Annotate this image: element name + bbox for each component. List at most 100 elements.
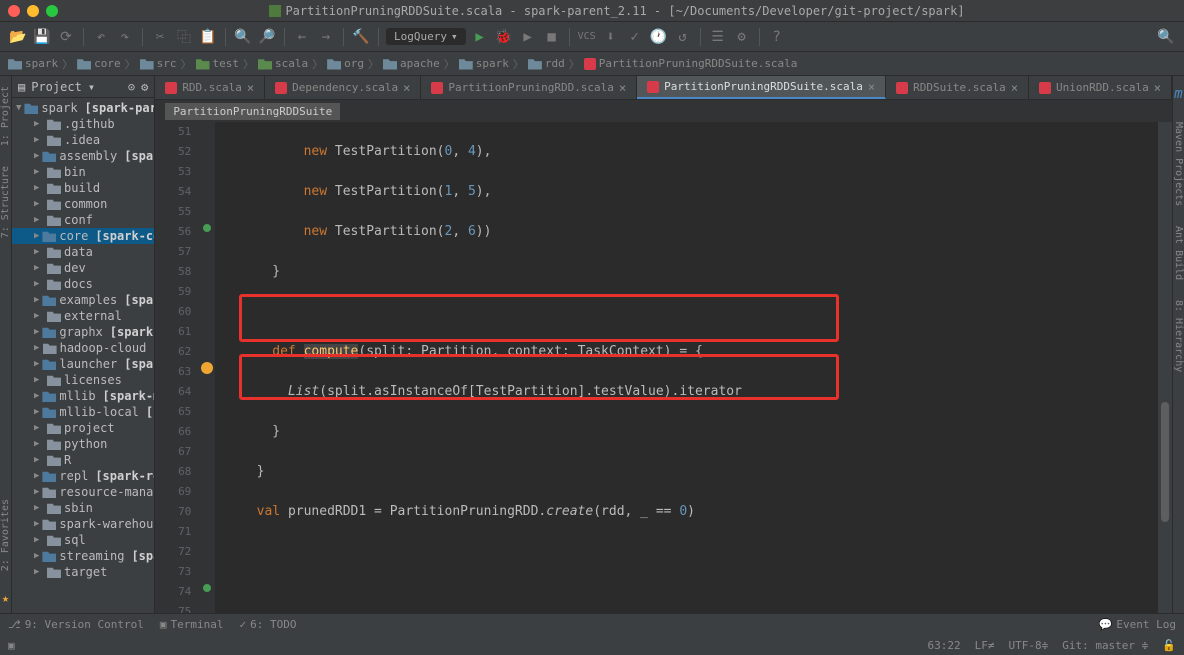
save-icon[interactable]: 💾	[32, 27, 52, 47]
close-tab-icon[interactable]: ×	[1154, 81, 1161, 95]
paste-icon[interactable]: 📋	[198, 27, 218, 47]
collapse-icon[interactable]: ⊙	[128, 80, 135, 94]
git-branch[interactable]: Git: master ≑	[1062, 639, 1148, 652]
tree-item-mllib[interactable]: ▶mllib[spark-mllib_2.11]	[12, 388, 154, 404]
scroll-thumb[interactable]	[1161, 402, 1169, 522]
tree-item-.idea[interactable]: ▶.idea	[12, 132, 154, 148]
tree-item-conf[interactable]: ▶conf	[12, 212, 154, 228]
tree-item-sbin[interactable]: ▶sbin	[12, 500, 154, 516]
tree-item-hadoop-cloud[interactable]: ▶hadoop-cloud	[12, 340, 154, 356]
event-log-button[interactable]: 💬Event Log	[1099, 618, 1176, 631]
tree-item-launcher[interactable]: ▶launcher[spark-launcher_2.	[12, 356, 154, 372]
tree-item-common[interactable]: ▶common	[12, 196, 154, 212]
tree-item-spark-warehouse[interactable]: ▶spark-warehouse	[12, 516, 154, 532]
tree-root[interactable]: ▼ spark [spark-parent_2.11] ~/Do	[12, 100, 154, 116]
revert-icon[interactable]: ↺	[673, 27, 693, 47]
vertical-scrollbar[interactable]	[1158, 122, 1172, 613]
window-icon[interactable]: ▣	[8, 639, 15, 652]
project-tree[interactable]: ▼ spark [spark-parent_2.11] ~/Do ▶.githu…	[12, 98, 154, 582]
tree-item-examples[interactable]: ▶examples[spark-examples_2	[12, 292, 154, 308]
structure-tool-button[interactable]: 7: Structure	[0, 166, 11, 238]
tree-item-mllib-local[interactable]: ▶mllib-local[spark-mllib-local	[12, 404, 154, 420]
open-icon[interactable]: 📂	[8, 27, 28, 47]
run-config-selector[interactable]: LogQuery ▾	[386, 28, 466, 45]
editor-tab[interactable]: RDDSuite.scala×	[886, 76, 1029, 99]
run-gutter-icon[interactable]	[203, 584, 211, 592]
update-icon[interactable]: ⬇	[601, 27, 621, 47]
search-everywhere-icon[interactable]: 🔍	[1156, 27, 1176, 47]
find-icon[interactable]: 🔍	[233, 27, 253, 47]
minimize-window-button[interactable]	[27, 5, 39, 17]
line-separator[interactable]: LF≠	[975, 639, 995, 652]
editor-tab[interactable]: RDD.scala×	[155, 76, 265, 99]
tree-item-project[interactable]: ▶project	[12, 420, 154, 436]
encoding[interactable]: UTF-8≑	[1008, 639, 1048, 652]
tree-item-core[interactable]: ▶core[spark-core_2.11]	[12, 228, 154, 244]
stop-icon[interactable]: ■	[542, 27, 562, 47]
tree-item-data[interactable]: ▶data	[12, 244, 154, 260]
close-tab-icon[interactable]: ×	[1011, 81, 1018, 95]
project-tool-button[interactable]: 1: Project	[0, 86, 11, 146]
tree-item-dev[interactable]: ▶dev	[12, 260, 154, 276]
run-icon[interactable]: ▶	[470, 27, 490, 47]
undo-icon[interactable]: ↶	[91, 27, 111, 47]
structure-icon[interactable]: ☰	[708, 27, 728, 47]
coverage-icon[interactable]: ▶	[518, 27, 538, 47]
copy-icon[interactable]: ⿻	[174, 27, 194, 47]
history-icon[interactable]: 🕐	[649, 27, 669, 47]
breadcrumb-scala[interactable]: scala	[258, 57, 308, 70]
close-window-button[interactable]	[8, 5, 20, 17]
close-tab-icon[interactable]: ×	[619, 81, 626, 95]
breadcrumb-spark[interactable]: spark	[8, 57, 58, 70]
tree-item-licenses[interactable]: ▶licenses	[12, 372, 154, 388]
maven-tool-button[interactable]: Maven Projects	[1173, 122, 1184, 206]
breadcrumb-core[interactable]: core	[77, 57, 121, 70]
line-gutter[interactable]: 5152535455565758596061626364656667686970…	[155, 122, 199, 613]
editor-tab[interactable]: Dependency.scala×	[265, 76, 421, 99]
tree-item-streaming[interactable]: ▶streaming[spark-streaming_2	[12, 548, 154, 564]
redo-icon[interactable]: ↷	[115, 27, 135, 47]
breadcrumb-org[interactable]: org	[327, 57, 364, 70]
forward-icon[interactable]: →	[316, 27, 336, 47]
tree-item-build[interactable]: ▶build	[12, 180, 154, 196]
tree-item-external[interactable]: ▶external	[12, 308, 154, 324]
tree-item-repl[interactable]: ▶repl[spark-repl_2.11]	[12, 468, 154, 484]
cursor-position[interactable]: 63:22	[927, 639, 960, 652]
code-content[interactable]: new TestPartition(0, 4), new TestPartiti…	[215, 122, 1158, 613]
version-control-button[interactable]: ⎇9: Version Control	[8, 618, 144, 631]
code-editor[interactable]: 5152535455565758596061626364656667686970…	[155, 122, 1172, 613]
tree-item-bin[interactable]: ▶bin	[12, 164, 154, 180]
breadcrumb-file[interactable]: PartitionPruningRDDSuite.scala	[584, 57, 798, 70]
maximize-window-button[interactable]	[46, 5, 58, 17]
hierarchy-tool-button[interactable]: 8: Hierarchy	[1173, 300, 1184, 372]
tree-item-docs[interactable]: ▶docs	[12, 276, 154, 292]
replace-icon[interactable]: 🔎	[257, 27, 277, 47]
settings-icon[interactable]: ⚙	[732, 27, 752, 47]
breadcrumb-src[interactable]: src	[140, 57, 177, 70]
tree-item-sql[interactable]: ▶sql	[12, 532, 154, 548]
chevron-down-icon[interactable]: ▾	[88, 80, 95, 94]
help-icon[interactable]: ?	[767, 27, 787, 47]
refresh-icon[interactable]: ⟳	[56, 27, 76, 47]
breadcrumb-rdd[interactable]: rdd	[528, 57, 565, 70]
editor-tab[interactable]: PartitionPruningRDD.scala×	[421, 76, 637, 99]
vcs-icon[interactable]: VCS	[577, 27, 597, 47]
close-tab-icon[interactable]: ×	[403, 81, 410, 95]
close-tab-icon[interactable]: ×	[868, 80, 875, 94]
terminal-button[interactable]: ▣Terminal	[160, 618, 224, 631]
ant-tool-button[interactable]: Ant Build	[1173, 226, 1184, 280]
back-icon[interactable]: ←	[292, 27, 312, 47]
commit-icon[interactable]: ✓	[625, 27, 645, 47]
tree-item-python[interactable]: ▶python	[12, 436, 154, 452]
close-tab-icon[interactable]: ×	[247, 81, 254, 95]
settings-icon[interactable]: ⚙	[141, 80, 148, 94]
editor-tab[interactable]: UnionRDD.scala×	[1029, 76, 1172, 99]
tree-item-target[interactable]: ▶target	[12, 564, 154, 580]
breadcrumb-test[interactable]: test	[196, 57, 240, 70]
debug-icon[interactable]: 🐞	[494, 27, 514, 47]
editor-tab[interactable]: PartitionPruningRDDSuite.scala×	[637, 76, 886, 99]
todo-button[interactable]: ✓6: TODO	[240, 618, 297, 631]
intention-bulb-icon[interactable]	[201, 362, 213, 374]
cut-icon[interactable]: ✂	[150, 27, 170, 47]
tree-item-.github[interactable]: ▶.github	[12, 116, 154, 132]
